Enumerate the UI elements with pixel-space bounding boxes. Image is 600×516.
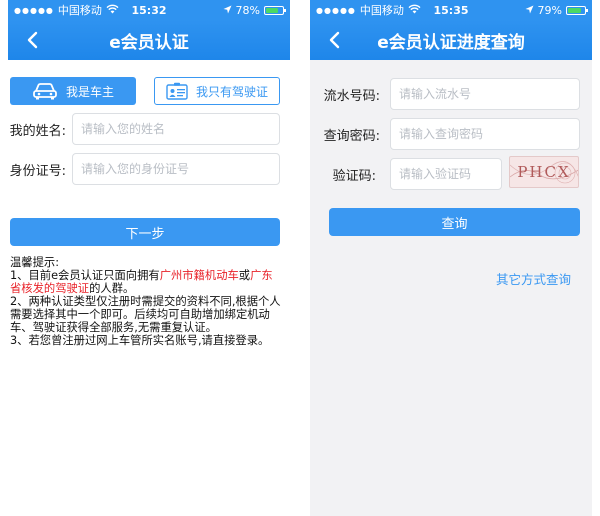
other-query-link[interactable]: 其它方式查询 — [496, 269, 571, 288]
next-step-button[interactable]: 下一步 — [10, 218, 280, 246]
registration-content: 我是车主 我只有驾驶证 我的姓名: 身份证号: 下一步 — [8, 60, 290, 516]
battery-percent: 79% — [537, 3, 562, 17]
tab-license-only[interactable]: 我只有驾驶证 — [154, 77, 280, 105]
tips-title: 温馨提示: — [10, 256, 59, 269]
tab-owner[interactable]: 我是车主 — [10, 77, 136, 105]
signal-strength-icon: ●●●●● — [14, 5, 54, 15]
nav-bar: e会员认证进度查询 — [310, 20, 592, 60]
query-button[interactable]: 查询 — [329, 208, 580, 236]
serial-label: 流水号码: — [323, 88, 380, 104]
tips-line-1-suffix: 的人群。 — [89, 282, 135, 295]
carrier-label: 中国移动 — [57, 4, 102, 17]
screenshot-stage: ●●●●● 中国移动 15:32 78% e会员认证 我是车主 我只有驾驶证 我… — [0, 0, 600, 516]
page-title: e会员认证进度查询 — [377, 32, 525, 53]
captcha-text: PHCX — [517, 163, 571, 181]
id-number-input[interactable] — [72, 153, 280, 185]
password-label: 查询密码: — [323, 128, 380, 144]
captcha-image[interactable]: PHCX — [509, 156, 579, 188]
phone-screen-progress-query: ●●●●● 中国移动 15:35 79% e会员认证进度查询 流水号码: 请输入… — [310, 0, 592, 516]
location-arrow-icon — [223, 4, 232, 17]
tips-highlight-vehicle: 广州市籍机动车 — [159, 269, 239, 282]
tips-line-3: 3、若您曾注册过网上车管所实名账号,请直接登录。 — [10, 334, 270, 347]
status-bar: ●●●●● 中国移动 15:32 78% — [8, 0, 290, 20]
phone-screen-registration: ●●●●● 中国移动 15:32 78% e会员认证 我是车主 我只有驾驶证 我… — [8, 0, 290, 516]
query-content: 流水号码: 查询密码: 验证码: PHCX 查询 其它 — [310, 60, 592, 516]
name-label: 我的姓名: — [9, 123, 66, 139]
tips-line-1: 1、目前e会员认证只面向拥有广州市籍机动车或广东省核发的驾驶证的人群。 — [10, 269, 282, 295]
back-button[interactable] — [18, 20, 46, 60]
query-password-input[interactable] — [390, 118, 580, 150]
chevron-left-icon — [329, 31, 340, 49]
wifi-icon — [106, 4, 119, 17]
id-label: 身份证号: — [9, 163, 66, 179]
location-arrow-icon — [525, 4, 534, 17]
wifi-icon — [408, 4, 421, 17]
tips-line-1-prefix: 1、目前e会员认证只面向拥有 — [10, 269, 160, 282]
battery-icon — [264, 5, 286, 15]
battery-percent: 78% — [235, 3, 260, 17]
tab-owner-label: 我是车主 — [65, 84, 114, 99]
carrier-label: 中国移动 — [359, 4, 404, 17]
tab-license-label: 我只有驾驶证 — [195, 84, 268, 99]
page-title: e会员认证 — [109, 32, 189, 53]
status-bar: ●●●●● 中国移动 15:35 79% — [310, 0, 592, 20]
captcha-input[interactable] — [390, 158, 502, 190]
tips-line-2: 2、两种认证类型仅注册时需提交的资料不同,根据个人需要选择其中一个即可。后续均可… — [10, 295, 281, 334]
serial-number-input[interactable] — [390, 78, 580, 110]
tips-block: 温馨提示: 1、目前e会员认证只面向拥有广州市籍机动车或广东省核发的驾驶证的人群… — [10, 256, 282, 347]
back-button[interactable] — [320, 20, 348, 60]
captcha-label: 验证码: — [332, 168, 376, 184]
battery-icon — [566, 5, 588, 15]
nav-bar: e会员认证 — [8, 20, 290, 60]
name-input[interactable] — [72, 113, 280, 145]
license-card-icon — [166, 82, 188, 100]
signal-strength-icon: ●●●●● — [316, 5, 356, 15]
car-icon — [33, 83, 57, 100]
chevron-left-icon — [27, 31, 38, 49]
tips-line-1-or: 或 — [238, 269, 251, 282]
